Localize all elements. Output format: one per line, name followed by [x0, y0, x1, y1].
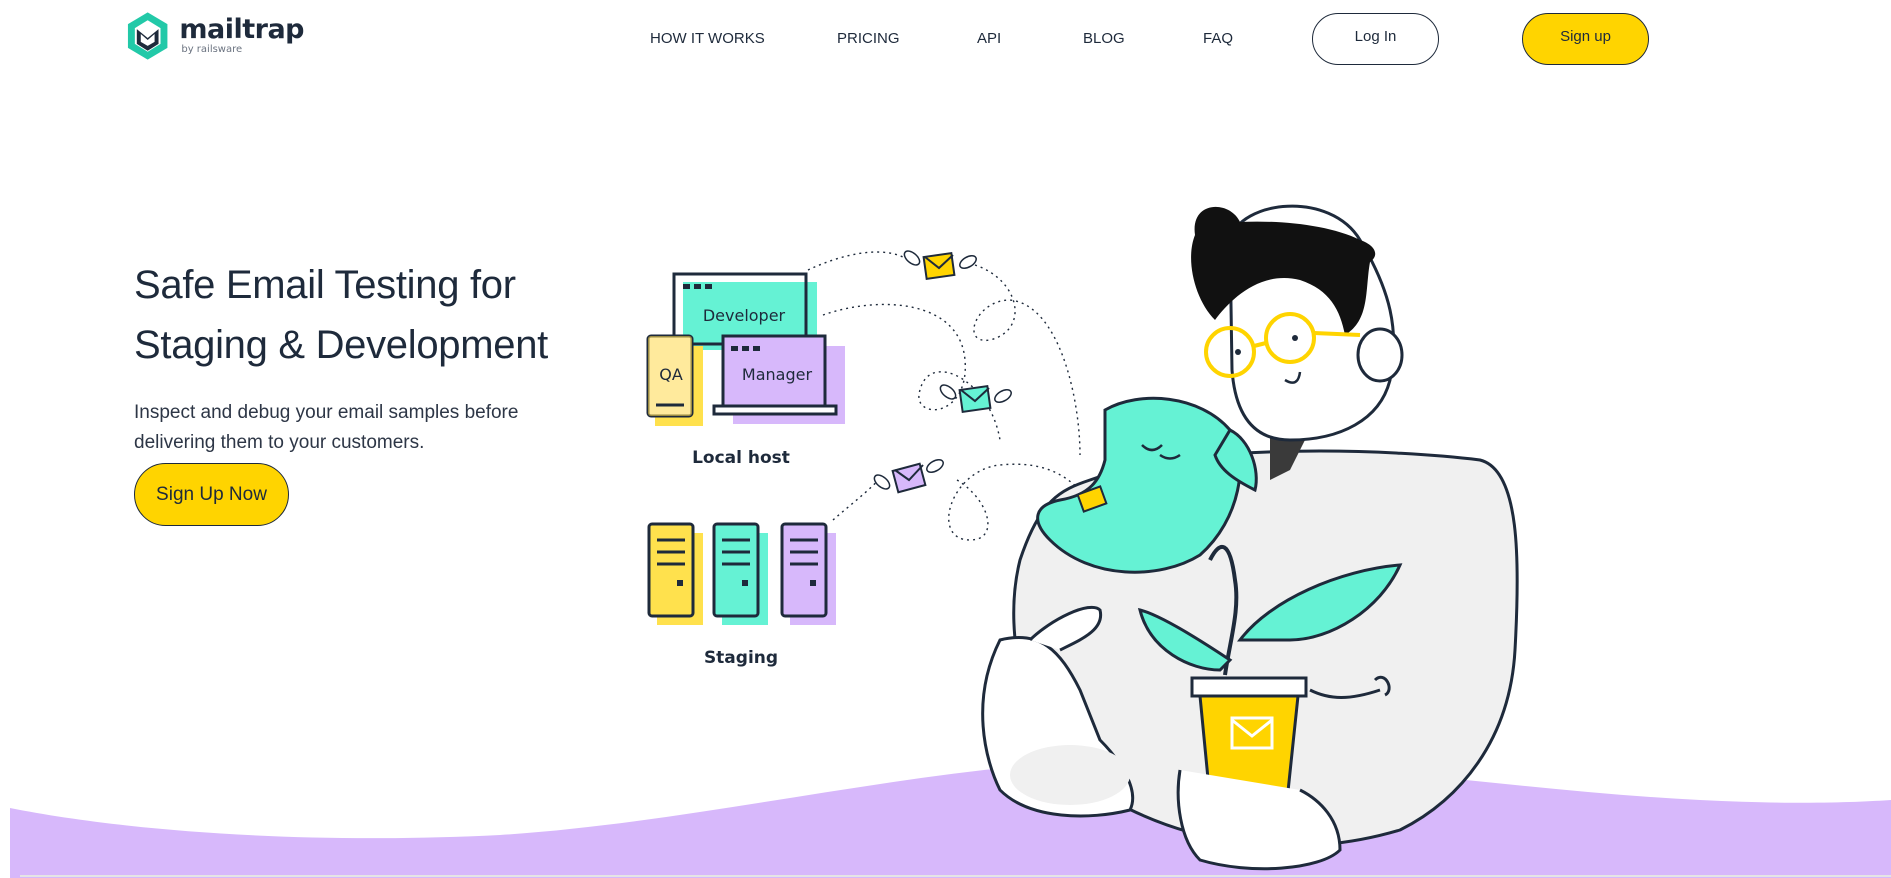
- purple-wave: [10, 758, 1891, 878]
- sign-up-now-button[interactable]: Sign Up Now: [134, 463, 289, 526]
- mailtrap-logo[interactable]: mailtrap by railsware: [124, 10, 304, 62]
- qa-device: QA: [646, 334, 703, 426]
- manager-label: Manager: [742, 365, 813, 384]
- email-flight-paths: [807, 251, 1086, 541]
- nav-blog[interactable]: BLOG: [1083, 30, 1125, 47]
- envelope-yellow-top: [903, 250, 977, 280]
- nav-api[interactable]: API: [977, 30, 1001, 47]
- developer-label: Developer: [703, 306, 786, 325]
- hero-subtitle: Inspect and debug your email samples bef…: [134, 398, 564, 458]
- envelope-teal-middle: [939, 384, 1012, 413]
- login-button[interactable]: Log In: [1312, 13, 1439, 65]
- logo-wordmark: mailtrap: [179, 14, 304, 45]
- developer-character: [981, 204, 1519, 871]
- hero-subtitle-line1: Inspect and debug your email samples bef…: [134, 402, 519, 423]
- nav-pricing[interactable]: PRICING: [837, 30, 900, 47]
- hero-subtitle-line2: delivering them to your customers.: [134, 432, 425, 453]
- staging-servers: [647, 522, 836, 625]
- mailtrap-logo-icon: [127, 12, 168, 60]
- envelope-purple-lower: [873, 459, 944, 494]
- signup-button[interactable]: Sign up: [1522, 13, 1649, 65]
- logo-byline: by railsware: [181, 44, 243, 55]
- staging-label: Staging: [704, 648, 778, 668]
- developer-monitor: Developer: [672, 272, 817, 350]
- nav-how-it-works[interactable]: HOW IT WORKS: [650, 30, 765, 47]
- hero-title: Safe Email Testing for Staging & Develop…: [134, 255, 594, 375]
- hero-title-line1: Safe Email Testing for: [134, 263, 516, 307]
- hero-title-line2: Staging & Development: [134, 323, 548, 367]
- localhost-label: Local host: [692, 448, 790, 468]
- qa-label: QA: [659, 365, 683, 384]
- manager-laptop: Manager: [712, 334, 845, 424]
- nav-faq[interactable]: FAQ: [1203, 30, 1233, 47]
